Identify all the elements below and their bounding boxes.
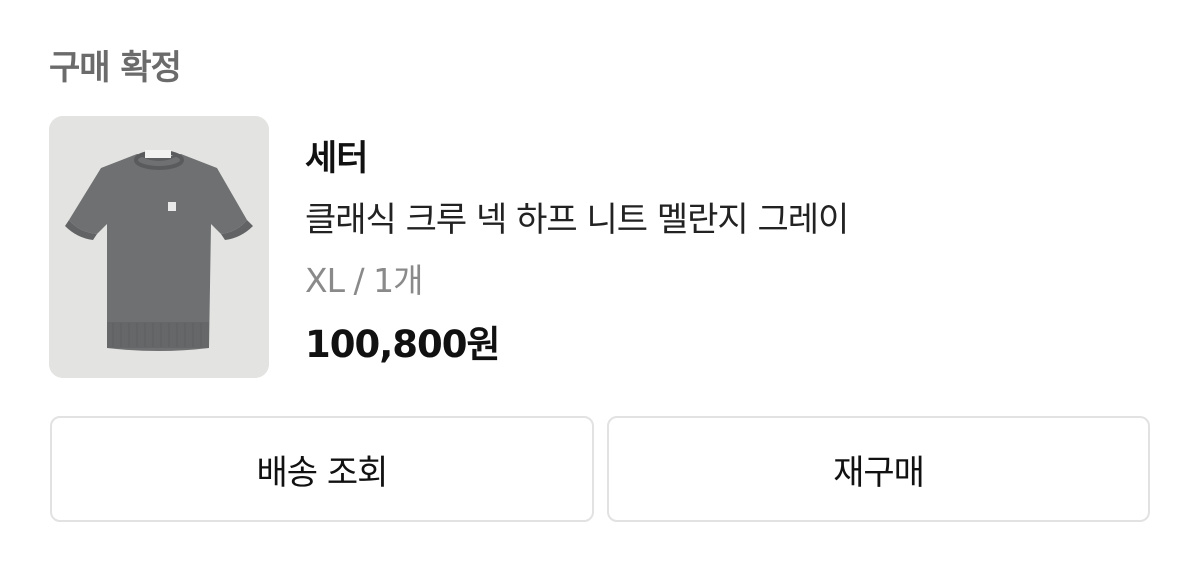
product-name[interactable]: 클래식 크루 넥 하프 니트 멜란지 그레이: [305, 192, 849, 241]
product-category: 세터: [305, 139, 368, 179]
rebuy-button[interactable]: 재구매: [607, 416, 1150, 522]
product-option: XL / 1개: [305, 261, 423, 300]
product-price: 100,800원: [305, 323, 501, 366]
track-delivery-label: 배송 조회: [256, 452, 389, 493]
tshirt-image: [49, 116, 269, 378]
rebuy-label: 재구매: [833, 452, 925, 493]
product-image[interactable]: [49, 116, 269, 378]
track-delivery-button[interactable]: 배송 조회: [50, 416, 594, 522]
order-status-title: 구매 확정: [49, 48, 182, 88]
